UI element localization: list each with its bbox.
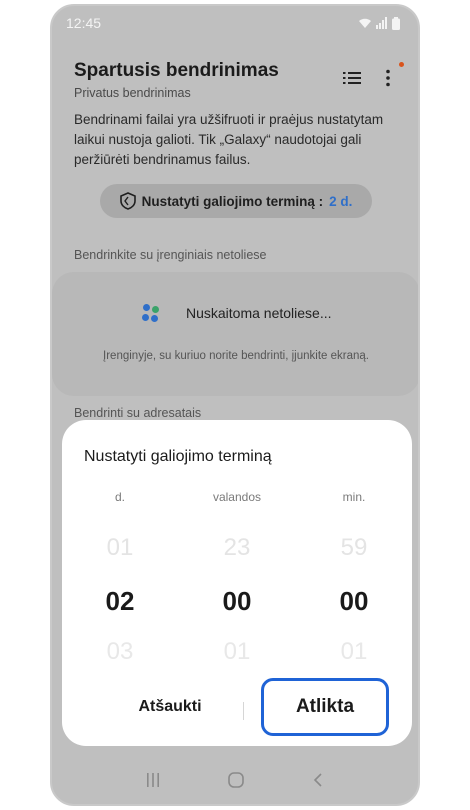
list-icon[interactable] [342,68,362,88]
status-time: 12:45 [66,15,102,31]
hours-column-label: valandos [212,490,262,504]
shield-icon [119,192,136,210]
nearby-section-label: Bendrinkite su įrenginiais netoliese [74,248,267,262]
days-next-value[interactable]: 03 [80,638,160,666]
hours-prev-value[interactable]: 23 [197,534,277,562]
done-button[interactable]: Atlikta [261,678,389,736]
set-expiry-button[interactable]: Nustatyti galiojimo terminą : 2 d. [100,184,372,218]
days-picker[interactable]: 02 [80,586,160,617]
page-title: Spartusis bendrinimas [74,60,279,81]
description-text: Bendrinami failai yra užšifruoti ir praė… [74,112,384,167]
notification-dot [399,62,404,67]
page-subtitle: Privatus bendrinimas [74,86,191,100]
scanning-text: Nuskaitoma netoliese... [186,305,332,321]
minutes-next-value[interactable]: 01 [314,638,394,666]
button-divider [243,702,244,720]
days-column-label: d. [114,490,125,504]
signal-icon [376,17,387,29]
minutes-picker[interactable]: 00 [314,586,394,617]
expiry-label: Nustatyti galiojimo terminą : [141,193,324,209]
status-icons [358,16,400,30]
contacts-section-label: Bendrinti su adresatais [74,406,202,420]
wifi-icon [359,18,371,28]
dialog-title: Nustatyti galiojimo terminą [84,448,272,465]
status-bar: 12:45 [52,6,418,40]
scanning-row: Nuskaitoma netoliese... [142,304,332,322]
minutes-prev-value[interactable]: 59 [314,534,394,562]
scanning-dots-icon [142,304,160,322]
header-actions [342,62,404,88]
home-icon[interactable] [227,771,245,789]
navigation-bar [52,768,418,792]
back-icon[interactable] [311,772,325,788]
recent-apps-icon[interactable] [145,772,161,788]
days-prev-value[interactable]: 01 [80,534,160,562]
cancel-button[interactable]: Atšaukti [110,698,230,716]
phone-screen: 12:45 Spartusis bendrinimas Privatus ben… [50,4,420,806]
nearby-devices-card: Nuskaitoma netoliese... Įrenginyje, su k… [52,272,418,396]
expiry-value: 2 d. [329,193,353,209]
minutes-column-label: min. [342,490,366,504]
hours-picker[interactable]: 00 [197,586,277,617]
expiry-dialog: Nustatyti galiojimo terminą d. valandos … [62,420,412,746]
battery-icon [392,16,400,30]
nearby-hint: Įrenginyje, su kuriuo norite bendrinti, … [103,350,369,362]
more-options-icon[interactable] [378,62,404,88]
hours-next-value[interactable]: 01 [197,638,277,666]
